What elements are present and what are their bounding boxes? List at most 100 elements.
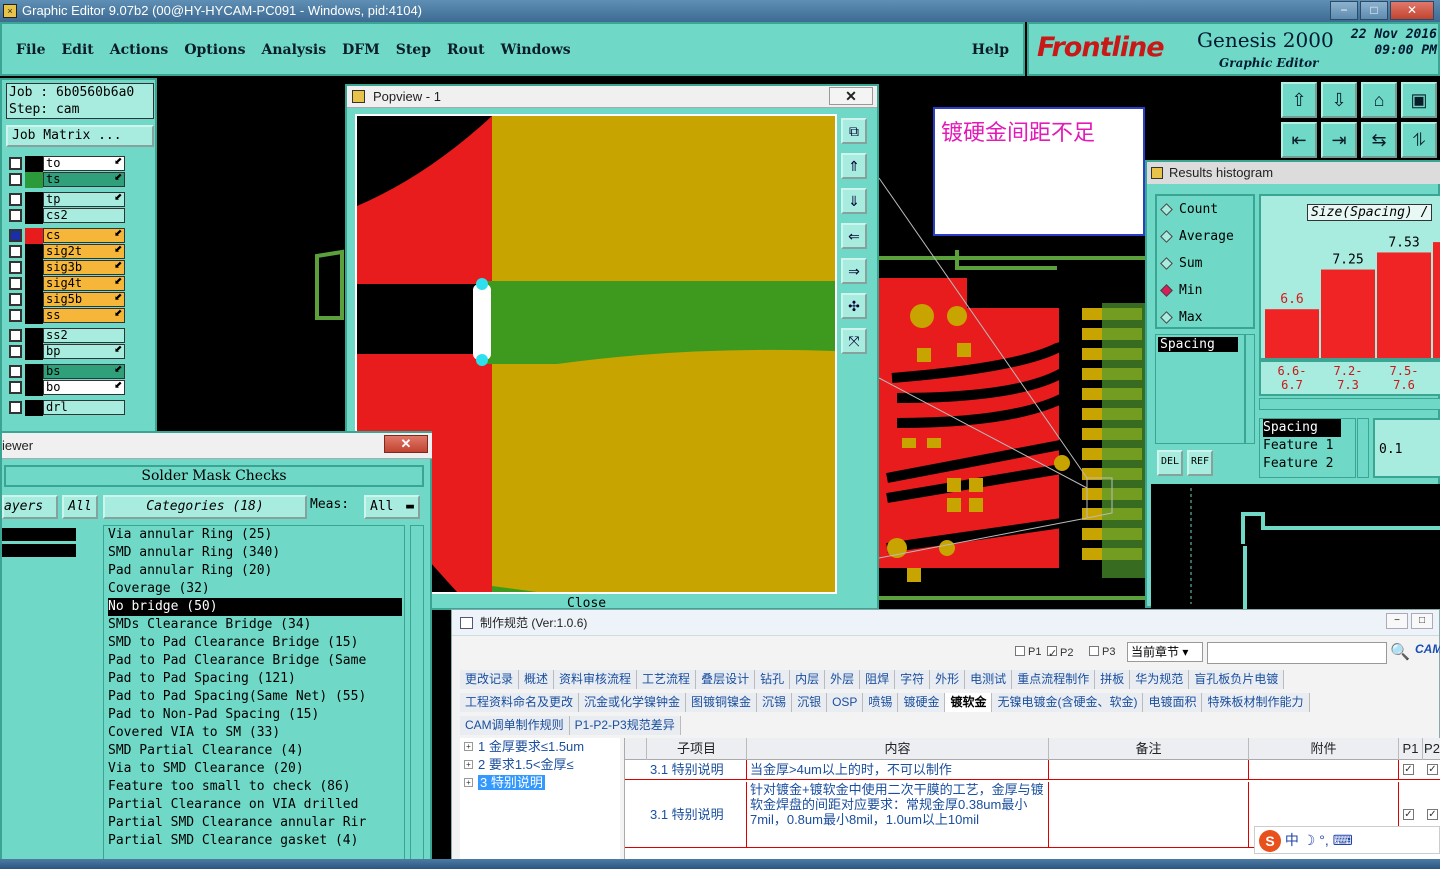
spec-tab[interactable]: 喷锡 (863, 693, 899, 712)
layer-checkbox[interactable] (9, 245, 22, 258)
spec-tab[interactable]: 沉银 (792, 693, 828, 712)
spec-minimize-button[interactable]: − (1386, 613, 1408, 629)
category-item[interactable]: Partial SMD Clearance annular Rir (108, 814, 404, 832)
layer-row-sig4t[interactable]: sig4t ⬋ (6, 276, 154, 292)
layer-checkbox[interactable] (9, 261, 22, 274)
layer-row-bp[interactable]: bp ⬋ (6, 344, 154, 360)
mirror-icon[interactable]: ⇆ (1361, 122, 1397, 158)
del-button[interactable]: DEL (1157, 450, 1183, 476)
pan-up-icon[interactable]: ⇑ (841, 153, 867, 179)
category-item[interactable]: Pad to Non-Pad Spacing (15) (108, 706, 404, 724)
menu-dfm[interactable]: DFM (342, 42, 380, 58)
histogram-hscrollbar[interactable] (1259, 398, 1440, 410)
layer-row-tp[interactable]: tp ⬋ (6, 192, 154, 208)
chapter-select[interactable]: 当前章节 ▾ (1127, 642, 1203, 662)
layer-row-drl[interactable]: drl (6, 400, 154, 416)
close-button[interactable]: ✕ (1390, 1, 1434, 20)
layer-row-cs2[interactable]: cs2 (6, 208, 154, 224)
spec-tab[interactable]: 镀软金 (945, 693, 993, 712)
ime-toolbar[interactable]: S 中 ☽ °, ⌨ (1254, 826, 1440, 854)
layer-row-bo[interactable]: bo ⬋ (6, 380, 154, 396)
category-item[interactable]: Pad annular Ring (20) (108, 562, 404, 580)
layers-label[interactable]: ayers (2, 495, 58, 519)
layer-name[interactable]: bs (43, 364, 125, 379)
feature-item[interactable]: Feature 2 (1263, 455, 1355, 473)
flip-icon[interactable]: ⥮ (1401, 122, 1437, 158)
layer-checkbox[interactable] (9, 157, 22, 170)
spec-tab[interactable]: 沉金或化学镍钟金 (579, 693, 687, 712)
layer-name[interactable]: sig5b (43, 292, 125, 307)
layer-name[interactable]: sig3b (43, 260, 125, 275)
spec-tab[interactable]: 外形 (930, 670, 966, 689)
p1-checkbox[interactable]: ✓ (1403, 809, 1414, 820)
spec-tab[interactable]: P1-P2-P3规范差异 (569, 716, 681, 735)
spec-tab[interactable]: 概述 (519, 670, 555, 689)
layer-name[interactable]: ts (43, 172, 125, 187)
layer-name[interactable]: cs2 (43, 208, 125, 223)
arrow-left-icon[interactable]: ⇤ (1281, 122, 1317, 158)
p1-checkbox[interactable]: ✓ (1403, 764, 1414, 775)
violation-marker[interactable] (473, 284, 491, 360)
layer-row-ss2[interactable]: ss2 (6, 328, 154, 344)
layer-name[interactable]: tp (43, 192, 125, 207)
spec-tab[interactable]: 镀硬金 (898, 693, 946, 712)
option-sum[interactable]: Sum (1157, 250, 1253, 277)
home-icon[interactable]: ⌂ (1361, 82, 1397, 118)
spec-tab[interactable]: 工艺流程 (637, 670, 697, 689)
layers-all-button[interactable]: All (62, 495, 98, 519)
pan-right-icon[interactable]: ⇒ (841, 258, 867, 284)
menu-windows[interactable]: Windows (501, 42, 571, 58)
pan-down-icon[interactable]: ⇓ (841, 188, 867, 214)
layer-checkbox[interactable] (9, 209, 22, 222)
p2-checkbox[interactable]: ✓ (1427, 764, 1438, 775)
layer-checkbox[interactable] (9, 401, 22, 414)
spec-tab[interactable]: 电测试 (965, 670, 1013, 689)
category-list[interactable]: Via annular Ring (25) SMD annular Ring (3… (103, 525, 405, 869)
layer-row-to[interactable]: to ⬋ (6, 156, 154, 172)
spec-tab[interactable]: 叠层设计 (696, 670, 756, 689)
category-item[interactable]: Pad to Pad Spacing(Same Net) (55) (108, 688, 404, 706)
job-matrix-button[interactable]: Job Matrix ... (6, 125, 154, 147)
category-item[interactable]: SMD Partial Clearance (4) (108, 742, 404, 760)
layer-row-ts[interactable]: ts ⬋ (6, 172, 154, 188)
spec-grid-row[interactable]: 3.1 特别说明 当金厚>4um以上的时，不可以制作 ✓ ✓ (625, 760, 1440, 780)
p2-checkbox[interactable]: ✓ (1427, 809, 1438, 820)
layer-checkbox[interactable] (9, 329, 22, 342)
layer-checkbox[interactable] (9, 277, 22, 290)
layer-checkbox[interactable] (9, 345, 22, 358)
zoom-home-icon[interactable]: ⧉ (841, 118, 867, 144)
category-item[interactable]: Partial SMD Clearance gasket (4) (108, 832, 404, 850)
histogram-bar[interactable] (1433, 242, 1440, 358)
spec-tab[interactable]: 钻孔 (755, 670, 791, 689)
layer-checkbox[interactable] (9, 193, 22, 206)
spec-tab[interactable]: 盲孔板负片电镀 (1189, 670, 1285, 689)
category-item[interactable]: Pad to Pad Spacing (121) (108, 670, 404, 688)
ref-button[interactable]: REF (1187, 450, 1213, 476)
menu-analysis[interactable]: Analysis (261, 42, 326, 58)
minimize-button[interactable]: − (1330, 1, 1358, 20)
category-item[interactable]: Via to SMD Clearance (20) (108, 760, 404, 778)
spec-tab[interactable]: 特殊板材制作能力 (1202, 693, 1310, 712)
layer-name[interactable]: cs (43, 228, 125, 243)
spec-tab[interactable]: 工程资料命名及更改 (460, 693, 580, 712)
layer-name[interactable]: to (43, 156, 125, 171)
pan-left-icon[interactable]: ⇐ (841, 223, 867, 249)
histogram-bar[interactable] (1377, 252, 1431, 358)
measure-list-item[interactable]: Spacing (1158, 337, 1238, 352)
layer-name[interactable]: drl (43, 400, 125, 415)
menu-rout[interactable]: Rout (447, 42, 485, 58)
category-item[interactable]: Covered VIA to SM (33) (108, 724, 404, 742)
arrow-right-icon[interactable]: ⇥ (1321, 122, 1357, 158)
tolerance-field[interactable]: 0.1 (1373, 418, 1440, 478)
expand-icon[interactable]: + (464, 760, 473, 769)
spec-tab[interactable]: 资料审核流程 (554, 670, 638, 689)
sm-layer-list[interactable] (2, 525, 82, 869)
layer-row-sig2t[interactable]: sig2t ⬋ (6, 244, 154, 260)
category-item[interactable]: Pad to Pad Clearance Bridge (Same (108, 652, 404, 670)
option-max[interactable]: Max (1157, 304, 1253, 331)
tree-item[interactable]: +1 金厚要求≤1.5um (460, 738, 620, 756)
category-scrollbar[interactable] (410, 525, 424, 869)
menu-actions[interactable]: Actions (110, 42, 169, 58)
histogram-bar[interactable] (1265, 309, 1319, 358)
spec-maximize-button[interactable]: □ (1411, 613, 1433, 629)
